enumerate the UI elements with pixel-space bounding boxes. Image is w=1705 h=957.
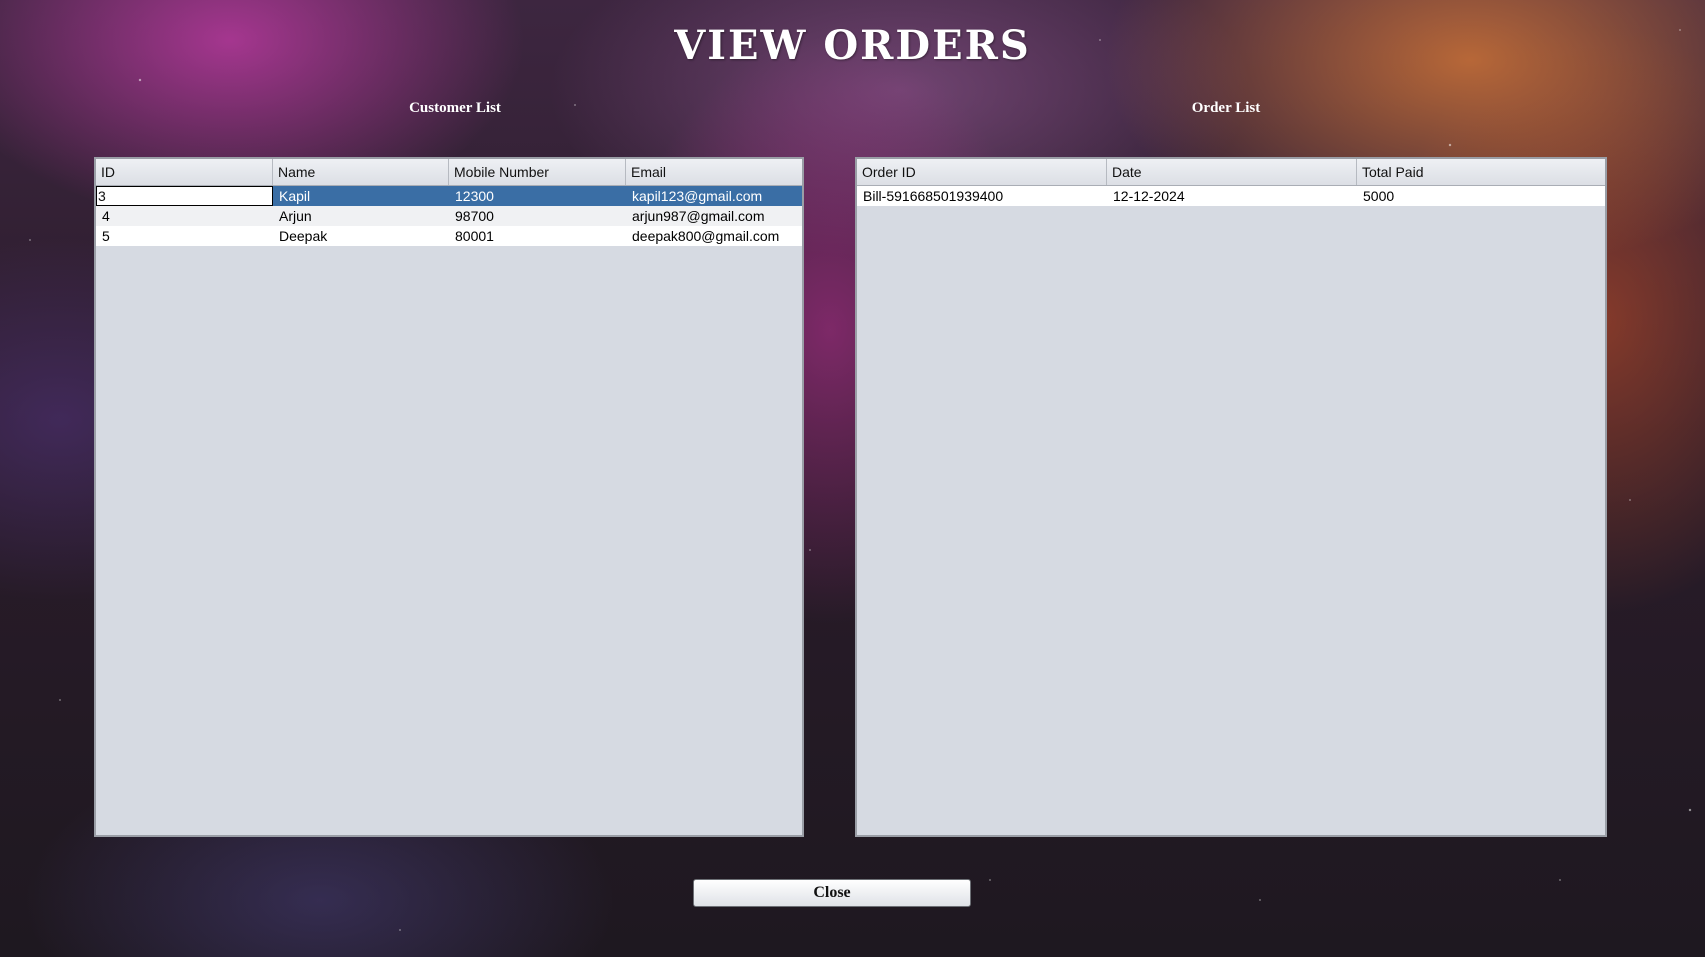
order-table[interactable]: Order ID Date Total Paid Bill-5916685019… <box>855 157 1607 837</box>
cell-mobile-number[interactable]: 80001 <box>449 226 626 246</box>
column-header-total-paid[interactable]: Total Paid <box>1357 159 1605 185</box>
column-header-id[interactable]: ID <box>96 159 273 185</box>
cell-id[interactable]: 3 <box>96 186 273 206</box>
customer-list-label: Customer List <box>409 100 501 116</box>
order-table-header: Order ID Date Total Paid <box>857 159 1605 186</box>
customer-table-header: ID Name Mobile Number Email <box>96 159 802 186</box>
column-header-order-id[interactable]: Order ID <box>857 159 1107 185</box>
column-header-email[interactable]: Email <box>626 159 802 185</box>
cell-order-id[interactable]: Bill-591668501939400 <box>857 186 1107 206</box>
table-row[interactable]: 4 Arjun 98700 arjun987@gmail.com <box>96 206 802 226</box>
page-title: VIEW ORDERS <box>674 22 1031 69</box>
cell-total-paid[interactable]: 5000 <box>1357 186 1605 206</box>
cell-name[interactable]: Arjun <box>273 206 449 226</box>
close-button[interactable]: Close <box>693 879 971 907</box>
column-header-name[interactable]: Name <box>273 159 449 185</box>
cell-email[interactable]: arjun987@gmail.com <box>626 206 802 226</box>
cell-mobile-number[interactable]: 98700 <box>449 206 626 226</box>
cell-name[interactable]: Kapil <box>273 186 449 206</box>
column-header-date[interactable]: Date <box>1107 159 1357 185</box>
cell-name[interactable]: Deepak <box>273 226 449 246</box>
table-row[interactable]: 3 Kapil 12300 kapil123@gmail.com <box>96 186 802 206</box>
table-row[interactable]: 5 Deepak 80001 deepak800@gmail.com <box>96 226 802 246</box>
customer-table[interactable]: ID Name Mobile Number Email 3 Kapil 1230… <box>94 157 804 837</box>
table-row[interactable]: Bill-591668501939400 12-12-2024 5000 <box>857 186 1605 206</box>
cell-email[interactable]: deepak800@gmail.com <box>626 226 802 246</box>
cell-mobile-number[interactable]: 12300 <box>449 186 626 206</box>
cell-date[interactable]: 12-12-2024 <box>1107 186 1357 206</box>
cell-email[interactable]: kapil123@gmail.com <box>626 186 802 206</box>
column-header-mobile-number[interactable]: Mobile Number <box>449 159 626 185</box>
cell-id[interactable]: 4 <box>96 206 273 226</box>
cell-id[interactable]: 5 <box>96 226 273 246</box>
order-list-label: Order List <box>1191 100 1261 116</box>
